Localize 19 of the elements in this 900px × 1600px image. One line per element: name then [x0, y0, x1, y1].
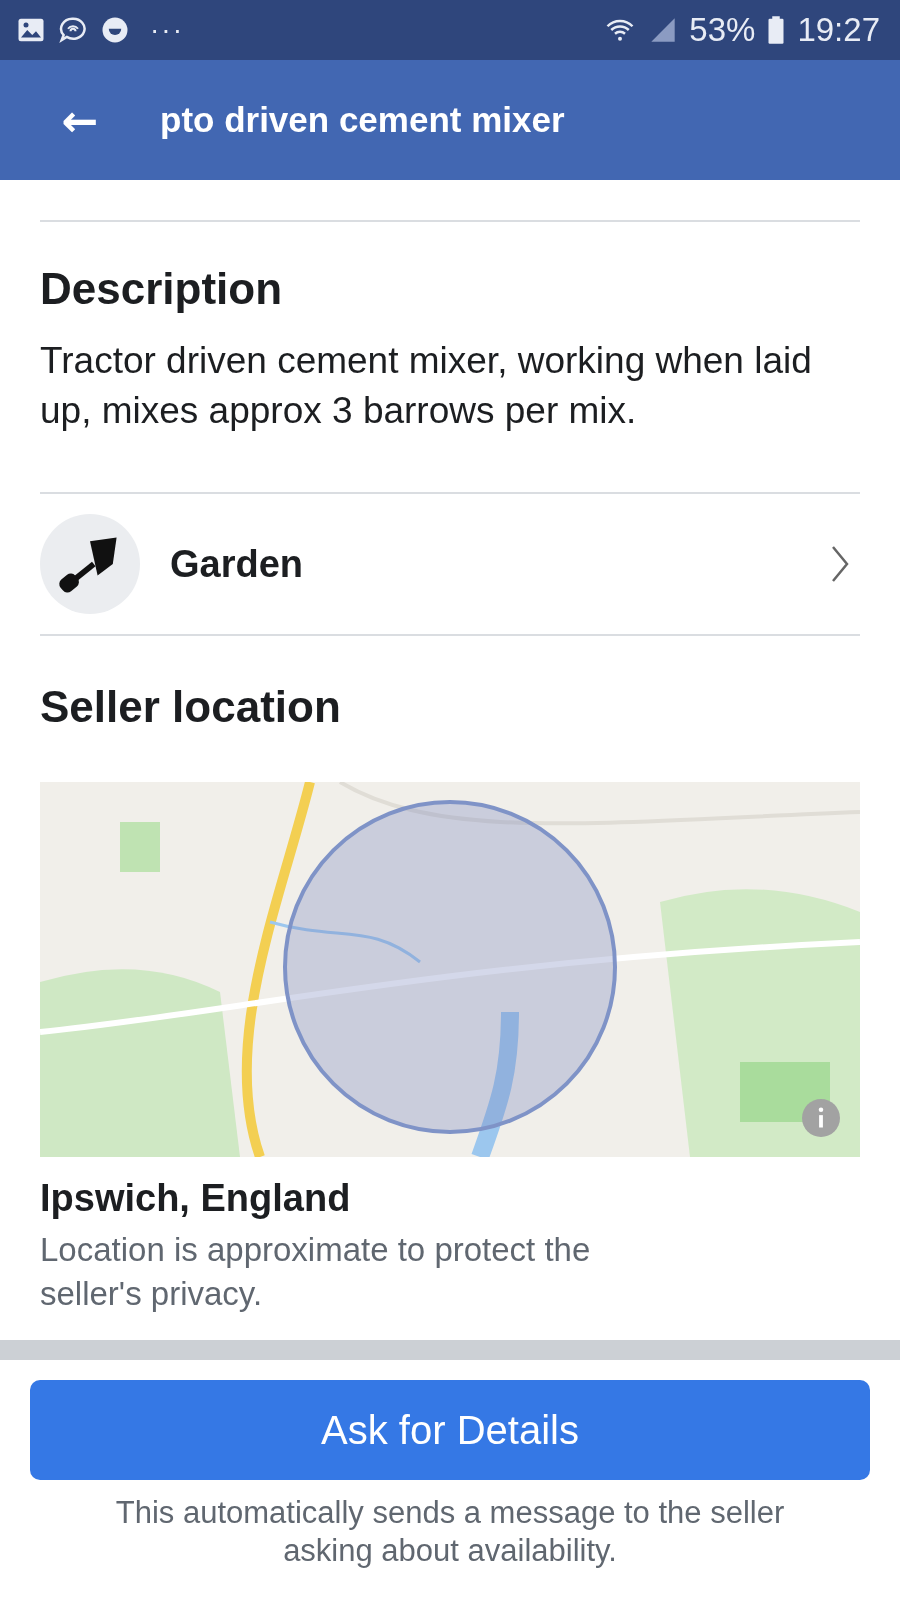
battery-percent: 53% — [689, 11, 756, 49]
more-dots: ··· — [150, 14, 184, 46]
back-button[interactable]: ← — [50, 94, 110, 146]
chat-icon — [58, 15, 88, 45]
privacy-note: Location is approximate to protect the seller's privacy. — [40, 1230, 592, 1314]
description-text: Tractor driven cement mixer, working when laid up, mixes approx 3 barrows per mix. — [40, 339, 813, 433]
section-heading: Description — [40, 264, 284, 314]
info-icon[interactable] — [802, 1099, 840, 1137]
location-name: Ipswich, England — [40, 1177, 352, 1220]
section-heading: Seller location — [40, 682, 342, 732]
smiley-icon — [100, 15, 130, 45]
signal-icon — [649, 15, 678, 45]
page-title: pto driven cement mixer — [160, 100, 565, 140]
ask-button[interactable]: Ask for Details — [30, 1380, 870, 1480]
clock: 19:27 — [797, 11, 880, 49]
category-label[interactable]: Garden — [170, 542, 830, 586]
chevron-icon[interactable] — [830, 544, 850, 584]
battery-icon — [767, 15, 786, 45]
footer-note: This automatically sends a message to the seller asking about availability. — [114, 1494, 786, 1570]
